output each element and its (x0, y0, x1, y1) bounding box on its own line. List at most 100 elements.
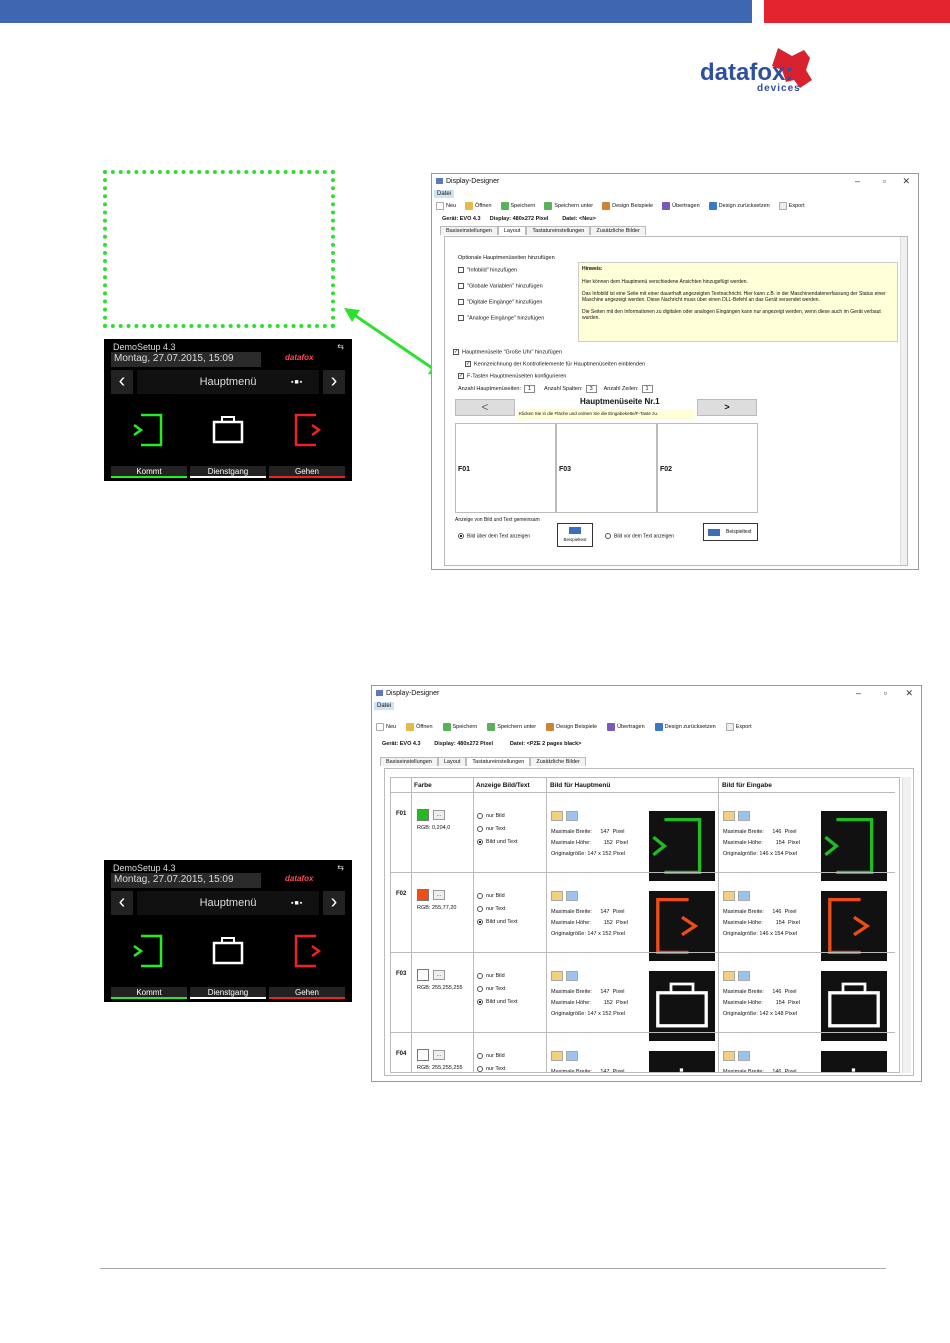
open-image-icon[interactable] (723, 811, 735, 821)
tool-saveas[interactable]: Speichern unter (487, 723, 536, 731)
prev-arrow-icon[interactable]: ‹ (111, 891, 133, 915)
tab-tastatur[interactable]: Tastatureinstellungen (526, 226, 591, 235)
open-image-icon[interactable] (723, 891, 735, 901)
tab-bilder[interactable]: Zusätzliche Bilder (590, 226, 646, 235)
radio-0[interactable]: nur Bild (477, 810, 517, 823)
opt-ftasten[interactable]: ✓ F-Tasten Hauptmenüseiten konfigurieren (458, 373, 566, 379)
radio-1[interactable]: nur Text (477, 823, 517, 836)
radio-2[interactable]: Bild und Text (477, 916, 517, 929)
tool-transfer[interactable]: Übertragen (662, 202, 700, 210)
reset-image-icon[interactable] (566, 1051, 578, 1061)
gehen-button[interactable]: Gehen (269, 987, 345, 999)
opt-infobild[interactable]: "Infobild" hinzufügen (458, 267, 517, 273)
color-picker-button[interactable]: ... (433, 810, 445, 820)
prev-arrow-icon[interactable]: ‹ (111, 370, 133, 394)
gehen-button[interactable]: Gehen (269, 466, 345, 478)
radio-bild-vor[interactable]: Bild vor dem Text anzeigen (605, 533, 674, 539)
tool-reset[interactable]: Design zurücksetzen (654, 723, 716, 731)
radio-0[interactable]: nur Bild (477, 1050, 517, 1063)
reset-image-icon[interactable] (738, 891, 750, 901)
open-image-icon[interactable] (551, 971, 563, 981)
next-arrow-icon[interactable]: › (323, 370, 345, 394)
radio-0[interactable]: nur Bild (477, 890, 517, 903)
menu-datei[interactable]: Datei (434, 190, 455, 198)
minimize-icon[interactable]: – (855, 176, 860, 186)
radio-2[interactable]: Bild und Text (477, 836, 517, 849)
tool-open[interactable]: Öffnen (406, 723, 433, 731)
maximize-icon[interactable]: ▫ (884, 688, 887, 698)
opt-big-clock[interactable]: ✓ Hauptmenüseite "Große Uhr" hinzufügen (453, 349, 562, 355)
open-image-icon[interactable] (723, 971, 735, 981)
opt-digitale[interactable]: "Digitale Eingänge" hinzufügen (458, 299, 542, 305)
kommt-button[interactable]: Kommt (111, 987, 187, 999)
opt-globale[interactable]: "Globale Variablen" hinzufügen (458, 283, 543, 289)
zeilen-stepper[interactable]: 1 (641, 385, 653, 393)
scrollbar[interactable] (900, 237, 907, 565)
color-picker-button[interactable]: ... (433, 1050, 445, 1060)
reset-image-icon[interactable] (566, 971, 578, 981)
radio-1[interactable]: nur Text (477, 983, 517, 996)
dienstgang-button[interactable]: Dienstgang (190, 987, 266, 999)
tool-new[interactable]: Neu (376, 723, 396, 731)
kommt-icon[interactable] (131, 934, 165, 968)
open-image-icon[interactable] (551, 811, 563, 821)
tool-open[interactable]: Öffnen (465, 202, 492, 210)
tool-export[interactable]: Export (725, 723, 752, 731)
radio-2[interactable]: Bild und Text (477, 996, 517, 1009)
reset-image-icon[interactable] (566, 811, 578, 821)
color-swatch[interactable] (417, 1049, 429, 1061)
scrollbar[interactable] (902, 777, 911, 1073)
open-image-icon[interactable] (551, 1051, 563, 1061)
cell-f03[interactable]: F03 (556, 423, 657, 513)
page-prev-button[interactable]: < (455, 399, 515, 416)
radio-1[interactable]: nur Text (477, 903, 517, 916)
maximize-icon[interactable]: ▫ (883, 176, 886, 186)
tool-transfer[interactable]: Übertragen (607, 723, 645, 731)
tool-new[interactable]: Neu (436, 202, 456, 210)
close-icon[interactable]: ✕ (905, 688, 913, 699)
dienstgang-icon[interactable] (211, 413, 245, 447)
anzahl-stepper[interactable]: 1 (523, 385, 536, 393)
tool-save[interactable]: Speichern (442, 723, 477, 731)
tool-examples[interactable]: Design Beispiele (602, 202, 653, 210)
dienstgang-icon[interactable] (211, 934, 245, 968)
next-arrow-icon[interactable]: › (323, 891, 345, 915)
kommt-button[interactable]: Kommt (111, 466, 187, 478)
radio-bild-ueber[interactable]: Bild über dem Text anzeigen (458, 533, 530, 539)
cell-f01[interactable]: F01 (455, 423, 556, 513)
page-next-button[interactable]: > (697, 399, 757, 416)
minimize-icon[interactable]: – (856, 688, 861, 698)
color-swatch[interactable] (417, 969, 429, 981)
dienstgang-button[interactable]: Dienstgang (190, 466, 266, 478)
menu-datei[interactable]: Datei (374, 702, 395, 710)
tab-tastatur[interactable]: Tastatureinstellungen (466, 757, 531, 766)
reset-image-icon[interactable] (738, 971, 750, 981)
reset-image-icon[interactable] (738, 811, 750, 821)
color-picker-button[interactable]: ... (433, 970, 445, 980)
close-icon[interactable]: ✕ (902, 176, 910, 187)
tool-save[interactable]: Speichern (500, 202, 535, 210)
tool-examples[interactable]: Design Beispiele (546, 723, 597, 731)
tab-basis[interactable]: Basiseinstellungen (440, 226, 498, 235)
opt-analoge[interactable]: "Analoge Eingänge" hinzufügen (458, 315, 544, 321)
opt-clock-sub[interactable]: ✓ Kennzeichnung der Kontrollelemente für … (465, 361, 645, 367)
tool-export[interactable]: Export (778, 202, 805, 210)
open-image-icon[interactable] (723, 1051, 735, 1061)
cell-f02[interactable]: F02 (657, 423, 758, 513)
reset-image-icon[interactable] (566, 891, 578, 901)
tab-layout[interactable]: Layout (437, 757, 467, 766)
open-image-icon[interactable] (551, 891, 563, 901)
spalten-stepper[interactable]: 3 (585, 385, 597, 393)
color-picker-button[interactable]: ... (433, 890, 445, 900)
gehen-icon[interactable] (292, 413, 326, 447)
kommt-icon[interactable] (131, 413, 165, 447)
tab-layout[interactable]: Layout (497, 226, 527, 235)
tool-reset[interactable]: Design zurücksetzen (708, 202, 770, 210)
reset-image-icon[interactable] (738, 1051, 750, 1061)
tool-saveas[interactable]: Speichern unter (544, 202, 593, 210)
radio-1[interactable]: nur Text (477, 1063, 517, 1072)
color-swatch[interactable] (417, 889, 429, 901)
tab-basis[interactable]: Basiseinstellungen (380, 757, 438, 766)
tab-bilder[interactable]: Zusätzliche Bilder (530, 757, 586, 766)
gehen-icon[interactable] (292, 934, 326, 968)
